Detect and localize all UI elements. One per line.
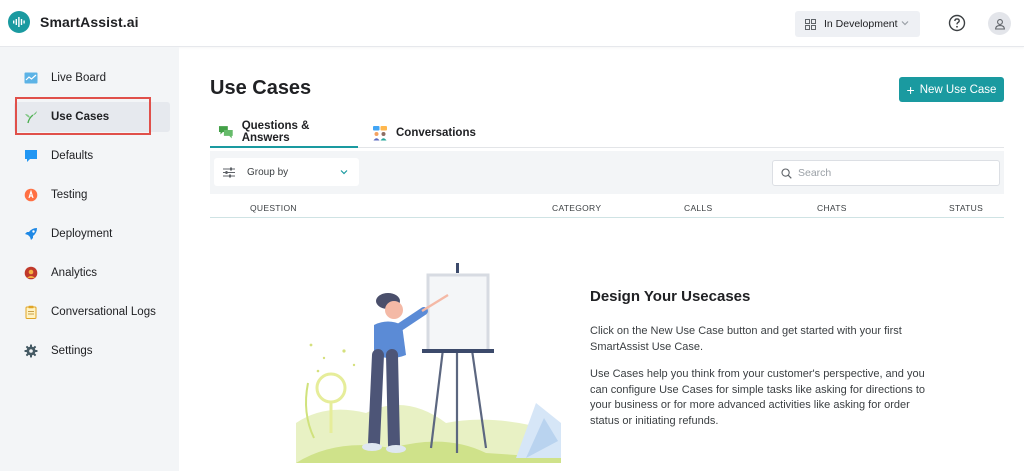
chat-bubble-icon bbox=[24, 149, 38, 163]
sidebar-item-label: Deployment bbox=[51, 228, 113, 240]
empty-state-title: Design Your Usecases bbox=[590, 288, 751, 305]
help-button[interactable] bbox=[948, 14, 966, 32]
question-circle-icon bbox=[948, 14, 966, 32]
column-question[interactable]: QUESTION bbox=[250, 203, 297, 213]
brand[interactable]: SmartAssist.ai bbox=[8, 11, 139, 33]
sidebar-item-label: Conversational Logs bbox=[51, 306, 156, 318]
chevron-down-icon bbox=[340, 170, 348, 175]
column-status[interactable]: STATUS bbox=[949, 203, 983, 213]
sidebar-item-deployment[interactable]: Deployment bbox=[14, 219, 170, 249]
search-icon bbox=[781, 167, 792, 179]
column-chats[interactable]: CHATS bbox=[817, 203, 847, 213]
sidebar-item-label: Live Board bbox=[51, 72, 106, 84]
table-header: QUESTION CATEGORY CALLS CHATS STATUS bbox=[210, 198, 1004, 218]
new-use-case-label: New Use Case bbox=[919, 83, 997, 96]
annotation-highlight-box bbox=[15, 97, 151, 135]
live-board-icon bbox=[24, 71, 38, 85]
search-input[interactable] bbox=[798, 167, 988, 179]
environment-dropdown[interactable]: In Development bbox=[795, 11, 920, 37]
group-by-label: Group by bbox=[247, 166, 289, 178]
tab-questions-answers[interactable]: Questions & Answers bbox=[210, 118, 358, 148]
user-icon bbox=[994, 18, 1005, 30]
sidebar-item-live-board[interactable]: Live Board bbox=[14, 63, 170, 93]
sidebar-item-defaults[interactable]: Defaults bbox=[14, 141, 170, 171]
empty-state-description-1: Click on the New Use Case button and get… bbox=[590, 325, 902, 353]
environment-label: In Development bbox=[824, 18, 898, 30]
search-box[interactable] bbox=[772, 160, 1000, 186]
waveform-logo-icon bbox=[8, 11, 30, 33]
painter-at-easel-illustration bbox=[296, 263, 561, 463]
new-use-case-button[interactable]: + New Use Case bbox=[899, 77, 1004, 102]
sidebar-item-label: Testing bbox=[51, 189, 88, 201]
empty-state-description-2: Use Cases help you think from your custo… bbox=[590, 368, 926, 427]
sidebar-item-testing[interactable]: Testing bbox=[14, 180, 170, 210]
filter-toolbar: Group by bbox=[210, 151, 1004, 194]
analytics-icon bbox=[24, 266, 38, 280]
page-title: Use Cases bbox=[210, 77, 312, 99]
group-by-dropdown[interactable]: Group by bbox=[214, 158, 359, 186]
rocket-icon bbox=[24, 227, 38, 241]
sidebar-item-label: Settings bbox=[51, 345, 93, 357]
user-avatar[interactable] bbox=[988, 12, 1011, 35]
top-header: SmartAssist.ai In Development bbox=[0, 0, 1024, 47]
column-category[interactable]: CATEGORY bbox=[552, 203, 601, 213]
tabs-bar: Questions & Answers Conversations bbox=[210, 118, 1004, 148]
testing-icon bbox=[24, 188, 38, 202]
gear-icon bbox=[24, 344, 38, 358]
plus-icon: + bbox=[906, 81, 915, 98]
sidebar-item-analytics[interactable]: Analytics bbox=[14, 258, 170, 288]
tab-label: Conversations bbox=[396, 127, 476, 139]
qa-chat-icon bbox=[218, 126, 233, 139]
grid-icon bbox=[805, 18, 816, 30]
tab-label: Questions & Answers bbox=[241, 120, 310, 144]
app-name: SmartAssist.ai bbox=[40, 14, 139, 30]
tab-conversations[interactable]: Conversations bbox=[372, 118, 476, 148]
sidebar-item-settings[interactable]: Settings bbox=[14, 336, 170, 366]
sidebar-item-label: Analytics bbox=[51, 267, 98, 279]
column-calls[interactable]: CALLS bbox=[684, 203, 712, 213]
conversations-people-icon bbox=[373, 126, 387, 141]
sidebar-item-conversational-logs[interactable]: Conversational Logs bbox=[14, 297, 170, 327]
clipboard-icon bbox=[24, 305, 38, 319]
chevron-down-icon bbox=[901, 21, 909, 26]
filter-sliders-icon bbox=[223, 167, 235, 177]
sidebar-item-label: Defaults bbox=[51, 150, 94, 162]
